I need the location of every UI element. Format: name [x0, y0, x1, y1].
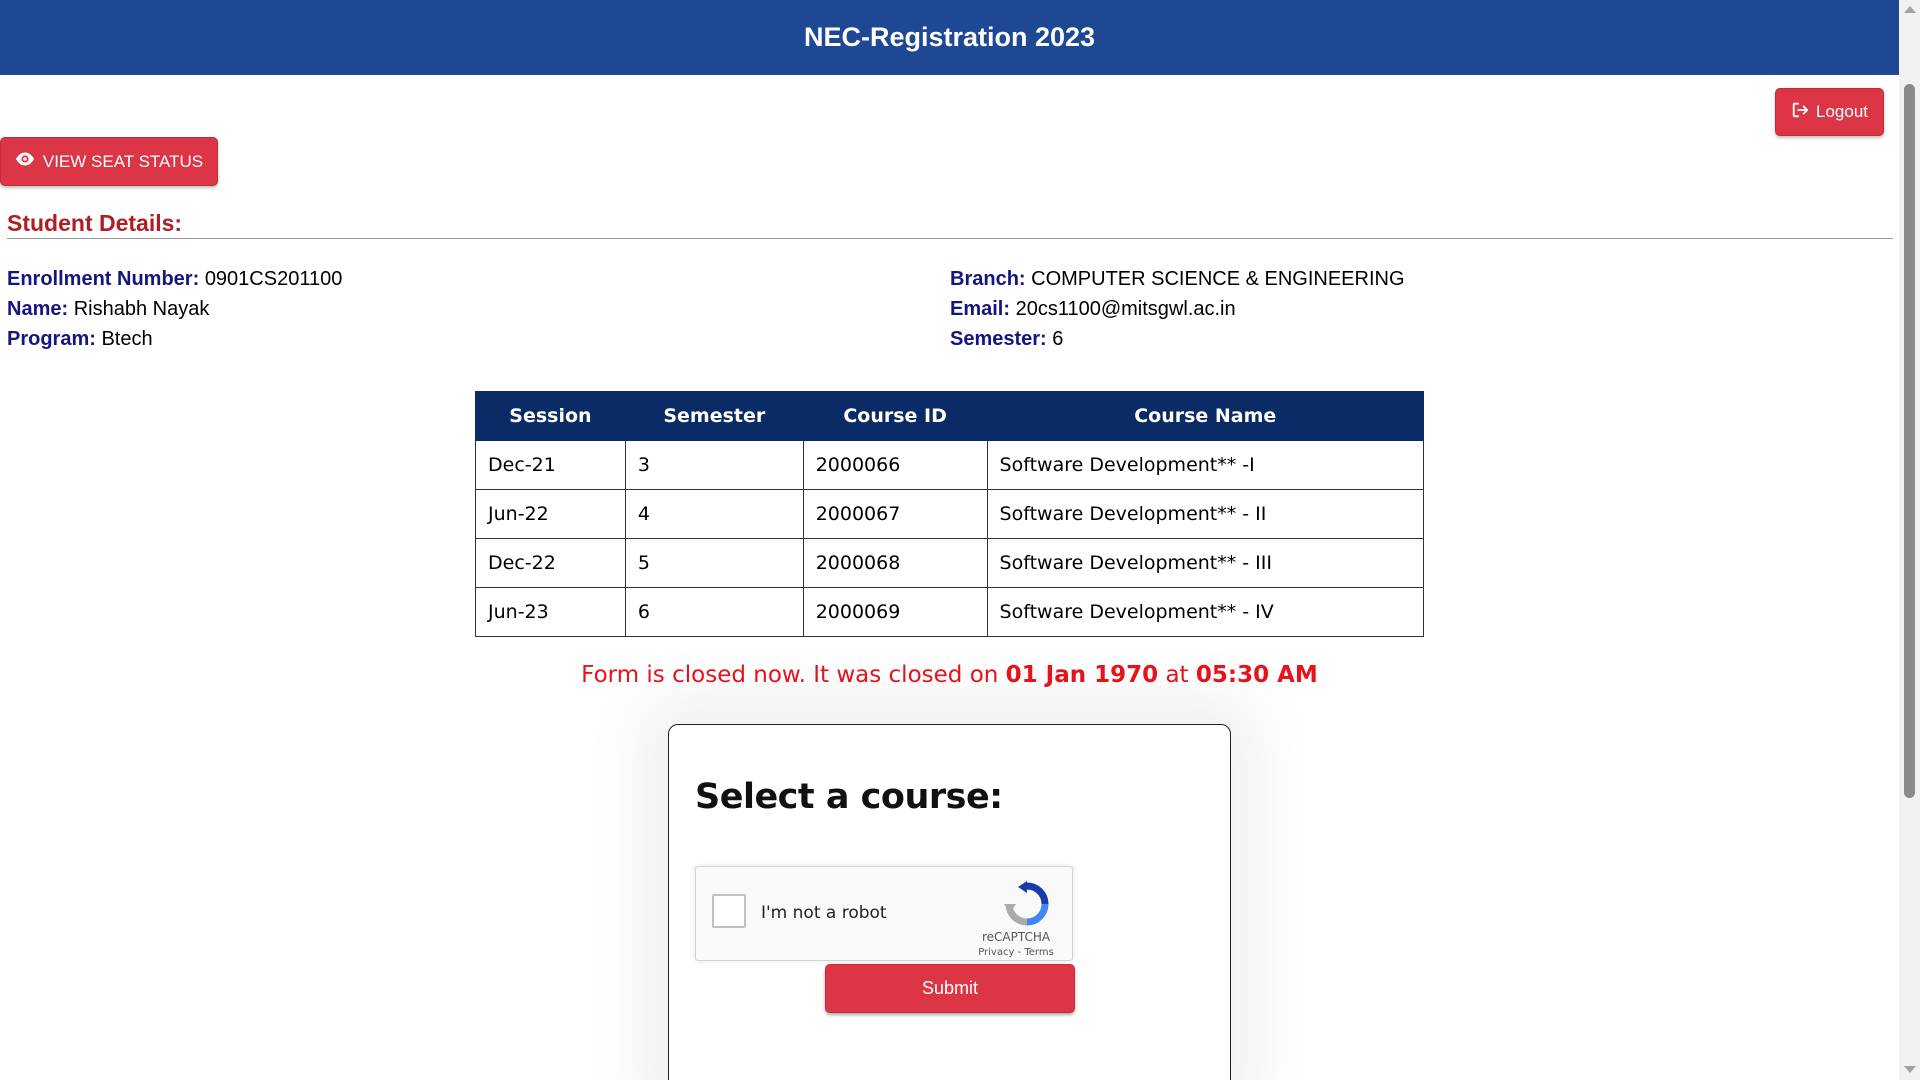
semester-value: 6 [1052, 328, 1064, 350]
student-details-title: Student Details: [7, 210, 183, 236]
recaptcha-brand: reCAPTCHA [981, 930, 1051, 944]
header-semester: Semester [624, 391, 804, 441]
branch-label: Branch: [950, 268, 1026, 290]
closed-middle: at [1158, 662, 1196, 688]
recaptcha-logo-icon [1004, 881, 1050, 927]
cell-semester: 6 [624, 587, 804, 637]
cell-semester: 4 [624, 489, 804, 539]
email-row: Email: 20cs1100@mitsgwl.ac.in [950, 294, 1405, 324]
select-course-title: Select a course: [695, 777, 1003, 817]
course-history-table: Session Semester Course ID Course Name D… [475, 391, 1425, 637]
recaptcha-widget: I'm not a robot reCAPTCHA Privacy - Term… [695, 866, 1073, 961]
cell-course-id: 2000069 [802, 587, 988, 637]
course-selection-card: Select a course: I'm not a robot reCAPTC… [668, 724, 1231, 1080]
table-row: Dec-22 5 2000068 Software Development** … [475, 538, 1425, 588]
cell-session: Dec-22 [475, 538, 626, 588]
enrollment-value: 0901CS201100 [204, 268, 343, 290]
sign-out-icon [1791, 101, 1809, 124]
header-course-name: Course Name [986, 391, 1425, 441]
program-label: Program: [7, 328, 96, 350]
cell-session: Jun-23 [475, 587, 626, 637]
program-value: Btech [101, 328, 153, 350]
branch-value: COMPUTER SCIENCE & ENGINEERING [1031, 268, 1405, 290]
divider [7, 238, 1893, 239]
cell-course-name: Software Development** - II [986, 489, 1425, 539]
header-course-id: Course ID [802, 391, 988, 441]
semester-label: Semester: [950, 328, 1047, 350]
table-row: Jun-23 6 2000069 Software Development** … [475, 587, 1425, 637]
cell-course-name: Software Development** - III [986, 538, 1425, 588]
recaptcha-checkbox[interactable] [712, 894, 746, 928]
logout-button[interactable]: Logout [1775, 88, 1884, 136]
page-title: NEC-Registration 2023 [803, 22, 1096, 52]
logout-label: Logout [1816, 102, 1868, 121]
scroll-down-arrow-icon[interactable] [1904, 1066, 1916, 1073]
recaptcha-label: I'm not a robot [761, 903, 887, 923]
enrollment-row: Enrollment Number: 0901CS201100 [7, 264, 342, 294]
branch-row: Branch: COMPUTER SCIENCE & ENGINEERING [950, 264, 1405, 294]
enrollment-label: Enrollment Number: [7, 268, 200, 290]
scroll-up-arrow-icon[interactable] [1904, 6, 1916, 13]
view-seat-status-label: VIEW SEAT STATUS [42, 151, 204, 171]
form-closed-message: Form is closed now. It was closed on 01 … [0, 662, 1899, 688]
scrollbar-thumb[interactable] [1904, 84, 1915, 798]
cell-semester: 3 [624, 440, 804, 490]
email-label: Email: [950, 298, 1011, 320]
cell-course-id: 2000066 [802, 440, 988, 490]
name-row: Name: Rishabh Nayak [7, 294, 342, 324]
semester-row: Semester: 6 [950, 324, 1405, 354]
student-details-left: Enrollment Number: 0901CS201100 Name: Ri… [7, 264, 342, 354]
closed-time: 05:30 AM [1195, 662, 1318, 688]
cell-course-id: 2000068 [802, 538, 988, 588]
cell-course-id: 2000067 [802, 489, 988, 539]
submit-button[interactable]: Submit [825, 964, 1075, 1013]
cell-course-name: Software Development** - IV [986, 587, 1425, 637]
student-details-right: Branch: COMPUTER SCIENCE & ENGINEERING E… [950, 264, 1405, 354]
closed-date: 01 Jan 1970 [1005, 662, 1159, 688]
table-header-row: Session Semester Course ID Course Name [475, 391, 1425, 441]
cell-session: Dec-21 [475, 440, 626, 490]
table-row: Jun-22 4 2000067 Software Development** … [475, 489, 1425, 539]
program-row: Program: Btech [7, 324, 342, 354]
page: NEC-Registration 2023 Logout VIEW SEAT S… [0, 0, 1899, 1080]
email-value: 20cs1100@mitsgwl.ac.in [1015, 298, 1236, 320]
name-value: Rishabh Nayak [73, 298, 210, 320]
closed-prefix: Form is closed now. It was closed on [581, 662, 1006, 688]
name-label: Name: [7, 298, 69, 320]
cell-session: Jun-22 [475, 489, 626, 539]
cell-semester: 5 [624, 538, 804, 588]
table-row: Dec-21 3 2000066 Software Development** … [475, 440, 1425, 490]
recaptcha-privacy-terms-link[interactable]: Privacy - Terms [956, 947, 1076, 958]
view-seat-status-button[interactable]: VIEW SEAT STATUS [0, 137, 218, 186]
top-header: NEC-Registration 2023 [0, 0, 1899, 75]
cell-course-name: Software Development** -I [986, 440, 1425, 490]
header-session: Session [475, 391, 626, 441]
eye-icon [15, 149, 35, 174]
vertical-scrollbar[interactable] [1899, 0, 1920, 1080]
